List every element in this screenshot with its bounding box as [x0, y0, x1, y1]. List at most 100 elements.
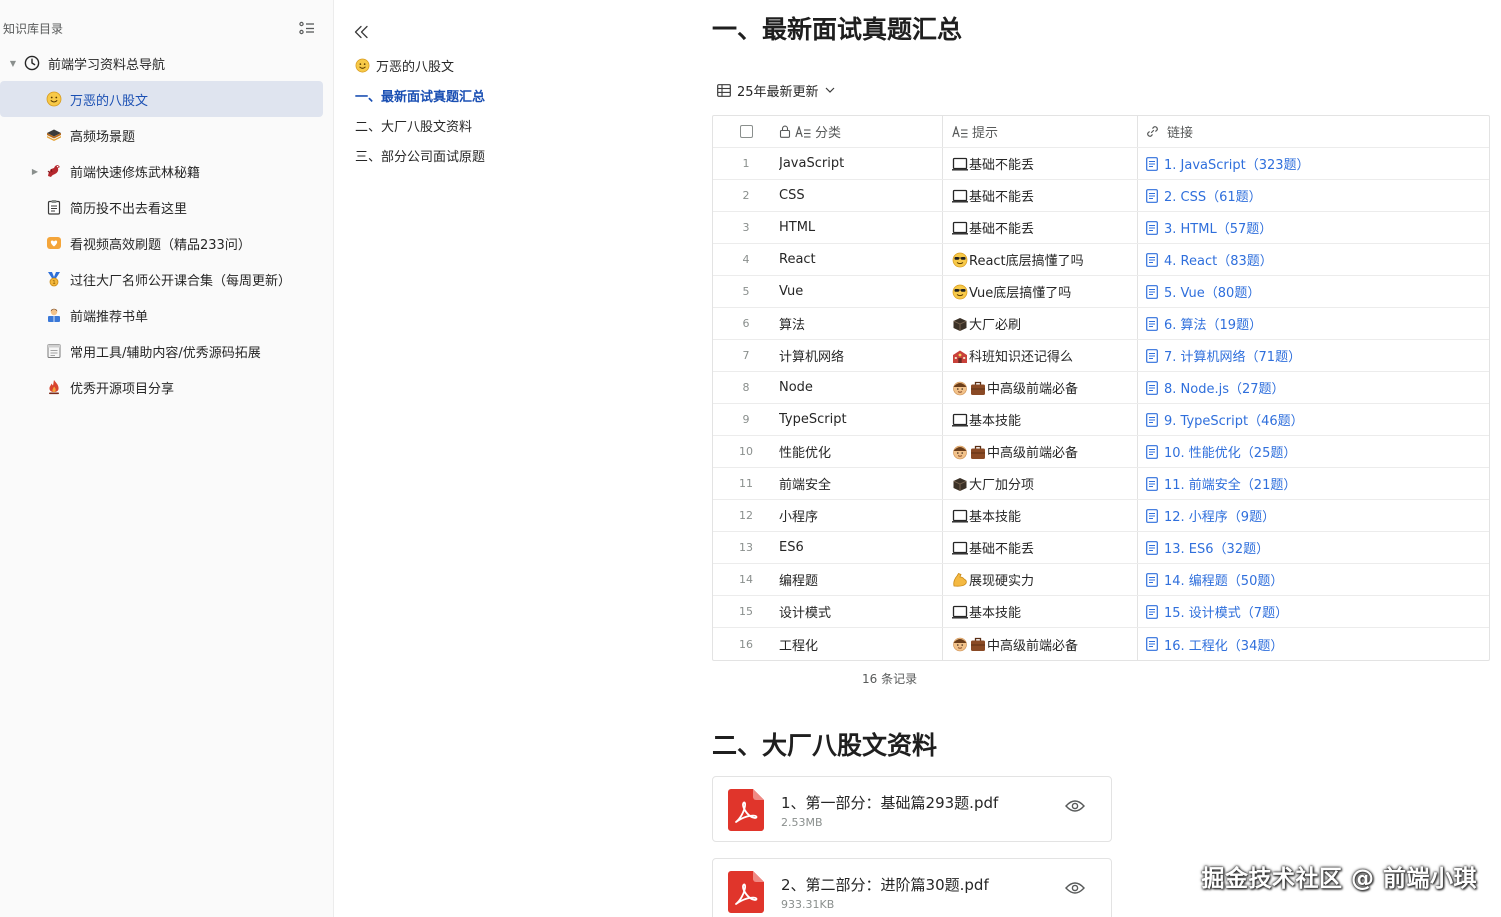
category-cell[interactable]: 性能优化 [779, 436, 943, 467]
tip-cell[interactable]: 中高级前端必备 [943, 628, 1138, 660]
doc-link[interactable]: 3. HTML（57题） [1164, 218, 1272, 237]
category-cell[interactable]: Node [779, 372, 943, 403]
category-cell[interactable]: JavaScript [779, 148, 943, 179]
doc-link[interactable]: 2. CSS（61题） [1164, 186, 1262, 205]
file-attachment-card[interactable]: 1、第一部分：基础篇293题.pdf 2.53MB [712, 776, 1112, 842]
outline-item-section-3[interactable]: 三、部分公司面试原题 [345, 140, 695, 170]
tip-cell[interactable]: 基本技能 [943, 404, 1138, 435]
link-cell[interactable]: 13. ES6（32题） [1138, 532, 1489, 563]
link-cell[interactable]: 10. 性能优化（25题） [1138, 436, 1489, 467]
tip-cell[interactable]: 基本技能 [943, 596, 1138, 627]
caret-down-icon[interactable]: ▼ [8, 58, 18, 68]
category-cell[interactable]: Vue [779, 276, 943, 307]
doc-link[interactable]: 1. JavaScript（323题） [1164, 154, 1310, 173]
doc-link[interactable]: 15. 设计模式（7题） [1164, 602, 1288, 621]
tip-cell[interactable]: Vue底层搞懂了吗 [943, 276, 1138, 307]
tip-cell[interactable]: 大厂必刷 [943, 308, 1138, 339]
column-header-category[interactable]: 分类 [779, 116, 943, 147]
tip-cell[interactable]: 基本技能 [943, 500, 1138, 531]
link-cell[interactable]: 1. JavaScript（323题） [1138, 148, 1489, 179]
link-cell[interactable]: 16. 工程化（34题） [1138, 628, 1489, 660]
sidebar-item-martial-arts[interactable]: ▶ 前端快速修炼武林秘籍 [0, 153, 323, 189]
category-cell[interactable]: 工程化 [779, 628, 943, 660]
tip-cell[interactable]: 基础不能丢 [943, 532, 1138, 563]
table-row[interactable]: 9 TypeScript 基本技能 9. TypeScript（46题） [713, 404, 1489, 436]
doc-link[interactable]: 4. React（83题） [1164, 250, 1273, 269]
doc-link[interactable]: 12. 小程序（9题） [1164, 506, 1275, 525]
column-header-tip[interactable]: 提示 [943, 116, 1138, 147]
doc-link[interactable]: 10. 性能优化（25题） [1164, 442, 1296, 461]
link-cell[interactable]: 11. 前端安全（21题） [1138, 468, 1489, 499]
tip-cell[interactable]: 基础不能丢 [943, 212, 1138, 243]
table-row[interactable]: 1 JavaScript 基础不能丢 1. JavaScript（323题） [713, 148, 1489, 180]
table-row[interactable]: 15 设计模式 基本技能 15. 设计模式（7题） [713, 596, 1489, 628]
link-cell[interactable]: 15. 设计模式（7题） [1138, 596, 1489, 627]
link-cell[interactable]: 5. Vue（80题） [1138, 276, 1489, 307]
outline-item-section-2[interactable]: 二、大厂八股文资料 [345, 110, 695, 140]
table-row[interactable]: 3 HTML 基础不能丢 3. HTML（57题） [713, 212, 1489, 244]
category-cell[interactable]: CSS [779, 180, 943, 211]
sidebar-item-baguwen[interactable]: 万恶的八股文 [0, 81, 323, 117]
doc-link[interactable]: 13. ES6（32题） [1164, 538, 1269, 557]
link-cell[interactable]: 12. 小程序（9题） [1138, 500, 1489, 531]
doc-link[interactable]: 11. 前端安全（21题） [1164, 474, 1296, 493]
preview-eye-icon[interactable] [1065, 881, 1085, 899]
sidebar-item-scenarios[interactable]: 高频场景题 [0, 117, 323, 153]
sidebar-item-videos[interactable]: 看视频高效刷题（精品233问） [0, 225, 323, 261]
link-cell[interactable]: 6. 算法（19题） [1138, 308, 1489, 339]
view-selector[interactable]: 25年最新更新 [717, 80, 835, 100]
doc-link[interactable]: 16. 工程化（34题） [1164, 635, 1283, 654]
sidebar-item-opensource[interactable]: 优秀开源项目分享 [0, 369, 323, 405]
tip-cell[interactable]: 基础不能丢 [943, 148, 1138, 179]
category-cell[interactable]: TypeScript [779, 404, 943, 435]
link-cell[interactable]: 8. Node.js（27题） [1138, 372, 1489, 403]
doc-link[interactable]: 7. 计算机网络（71题） [1164, 346, 1301, 365]
column-header-link[interactable]: 链接 [1138, 116, 1489, 147]
sidebar-item-nav-root[interactable]: ▼ 前端学习资料总导航 [0, 45, 323, 81]
category-cell[interactable]: ES6 [779, 532, 943, 563]
link-cell[interactable]: 3. HTML（57题） [1138, 212, 1489, 243]
table-row[interactable]: 12 小程序 基本技能 12. 小程序（9题） [713, 500, 1489, 532]
tip-cell[interactable]: 大厂加分项 [943, 468, 1138, 499]
category-cell[interactable]: 小程序 [779, 500, 943, 531]
table-row[interactable]: 6 算法 大厂必刷 6. 算法（19题） [713, 308, 1489, 340]
link-cell[interactable]: 9. TypeScript（46题） [1138, 404, 1489, 435]
sidebar-item-tools[interactable]: 常用工具/辅助内容/优秀源码拓展 [0, 333, 323, 369]
doc-link[interactable]: 8. Node.js（27题） [1164, 378, 1285, 397]
outline-list-icon[interactable] [297, 18, 317, 38]
category-cell[interactable]: 设计模式 [779, 596, 943, 627]
table-row[interactable]: 13 ES6 基础不能丢 13. ES6（32题） [713, 532, 1489, 564]
tip-cell[interactable]: React底层搞懂了吗 [943, 244, 1138, 275]
doc-link[interactable]: 6. 算法（19题） [1164, 314, 1262, 333]
category-cell[interactable]: 算法 [779, 308, 943, 339]
doc-link[interactable]: 9. TypeScript（46题） [1164, 410, 1304, 429]
table-row[interactable]: 14 编程题 展现硬实力 14. 编程题（50题） [713, 564, 1489, 596]
caret-right-icon[interactable]: ▶ [30, 166, 40, 176]
tip-cell[interactable]: 中高级前端必备 [943, 372, 1138, 403]
sidebar-item-booklist[interactable]: 前端推荐书单 [0, 297, 323, 333]
table-row[interactable]: 8 Node 中高级前端必备 8. Node.js（27题） [713, 372, 1489, 404]
table-row[interactable]: 16 工程化 中高级前端必备 16. 工程化（34题） [713, 628, 1489, 660]
doc-link[interactable]: 5. Vue（80题） [1164, 282, 1260, 301]
table-row[interactable]: 11 前端安全 大厂加分项 11. 前端安全（21题） [713, 468, 1489, 500]
tip-cell[interactable]: 展现硬实力 [943, 564, 1138, 595]
select-all-checkbox[interactable] [739, 125, 753, 138]
file-attachment-card[interactable]: 2、第二部分：进阶篇30题.pdf 933.31KB [712, 858, 1112, 917]
sidebar-item-resume[interactable]: 简历投不出去看这里 [0, 189, 323, 225]
category-cell[interactable]: HTML [779, 212, 943, 243]
category-cell[interactable]: 前端安全 [779, 468, 943, 499]
table-row[interactable]: 5 Vue Vue底层搞懂了吗 5. Vue（80题） [713, 276, 1489, 308]
collapse-outline-icon[interactable] [349, 20, 373, 44]
sidebar-item-open-courses[interactable]: 1 过往大厂名师公开课合集（每周更新） [0, 261, 323, 297]
outline-item-section-1[interactable]: 一、最新面试真题汇总 [345, 80, 695, 110]
table-row[interactable]: 4 React React底层搞懂了吗 4. React（83题） [713, 244, 1489, 276]
link-cell[interactable]: 2. CSS（61题） [1138, 180, 1489, 211]
tip-cell[interactable]: 基础不能丢 [943, 180, 1138, 211]
table-row[interactable]: 10 性能优化 中高级前端必备 10. 性能优化（25题） [713, 436, 1489, 468]
preview-eye-icon[interactable] [1065, 799, 1085, 817]
category-cell[interactable]: 编程题 [779, 564, 943, 595]
category-cell[interactable]: React [779, 244, 943, 275]
outline-item-doc-title[interactable]: 万恶的八股文 [345, 50, 695, 80]
tip-cell[interactable]: 科班知识还记得么 [943, 340, 1138, 371]
link-cell[interactable]: 14. 编程题（50题） [1138, 564, 1489, 595]
